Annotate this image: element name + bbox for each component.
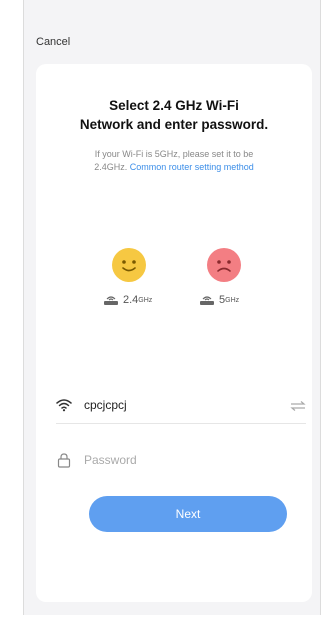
router-setting-link[interactable]: Common router setting method: [130, 162, 254, 172]
instruction-text: If your Wi-Fi is 5GHz, please set it to …: [94, 149, 254, 172]
router-icon: [102, 294, 120, 306]
band-2-4ghz: 2.4 GHz: [102, 294, 152, 306]
cancel-button[interactable]: Cancel: [36, 36, 70, 48]
lock-icon: [56, 452, 72, 468]
router-icon: [198, 294, 216, 306]
sad-face-icon: [207, 248, 241, 282]
next-button[interactable]: Next: [89, 496, 287, 532]
band-5ghz: 5 GHz: [198, 294, 239, 306]
password-input[interactable]: [84, 453, 306, 467]
wifi-setup-card: Select 2.4 GHz Wi-Fi Network and enter p…: [36, 64, 312, 602]
wifi-ssid-field[interactable]: cpcjcpcj: [56, 386, 306, 424]
phone-screen: Cancel Select 2.4 GHz Wi-Fi Network and …: [23, 0, 321, 615]
happy-face-icon: [112, 248, 146, 282]
page-title: Select 2.4 GHz Wi-Fi Network and enter p…: [79, 98, 269, 132]
switch-network-icon[interactable]: [290, 399, 306, 411]
wifi-ssid-value: cpcjcpcj: [84, 397, 127, 412]
wifi-icon: [56, 397, 72, 413]
password-field[interactable]: [56, 441, 306, 479]
